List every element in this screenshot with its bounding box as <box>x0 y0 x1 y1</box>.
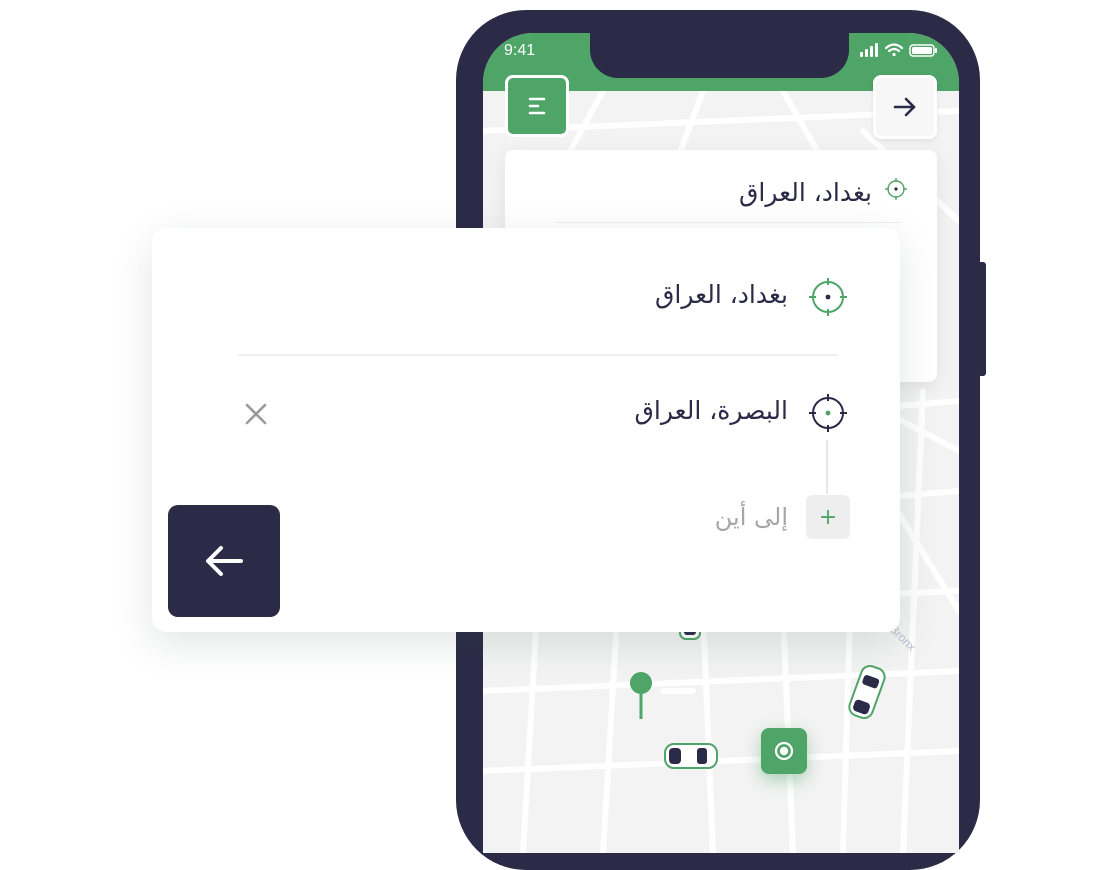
arrow-right-icon <box>893 97 916 117</box>
status-time: 9:41 <box>504 42 536 59</box>
target-icon <box>774 741 794 761</box>
arrow-left-icon <box>206 546 243 576</box>
route-connector <box>826 440 828 494</box>
car-icon <box>664 743 718 769</box>
origin-field[interactable]: بغداد، العراق <box>655 280 788 309</box>
crosshair-icon <box>809 394 847 432</box>
battery-icon <box>909 44 937 57</box>
add-stop-button[interactable]: + <box>806 495 850 539</box>
plus-icon: + <box>818 504 838 530</box>
close-icon[interactable] <box>242 400 270 428</box>
menu-icon <box>528 97 546 115</box>
phone-notch <box>590 20 849 78</box>
crosshair-icon <box>885 178 907 200</box>
menu-button[interactable] <box>505 75 569 137</box>
map-pin-icon <box>630 672 652 719</box>
status-icons <box>860 43 937 57</box>
back-button[interactable] <box>168 505 280 617</box>
destination-field[interactable]: البصرة، العراق <box>635 396 788 425</box>
divider <box>555 222 901 223</box>
locate-button[interactable] <box>761 728 807 774</box>
crosshair-icon <box>809 278 847 316</box>
signal-icon <box>860 43 878 57</box>
wifi-icon <box>884 43 904 57</box>
forward-button[interactable] <box>873 75 937 139</box>
divider <box>238 354 838 356</box>
phone-origin-label: بغداد، العراق <box>739 178 872 207</box>
add-stop-input[interactable]: إلى أين <box>715 503 788 531</box>
